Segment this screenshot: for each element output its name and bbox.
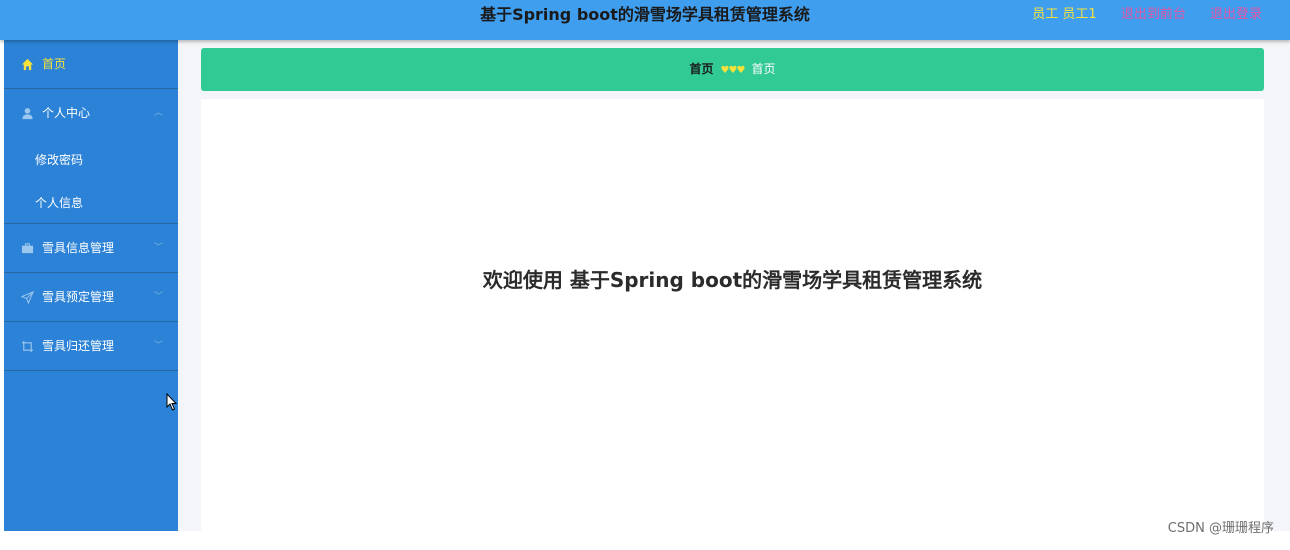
welcome-heading: 欢迎使用 基于Spring boot的滑雪场学具租赁管理系统: [482, 268, 983, 292]
watermark: CSDN @珊珊程序: [1167, 521, 1274, 536]
home-icon: [21, 58, 34, 71]
sidebar-subitem-change-password[interactable]: 修改密码: [4, 138, 178, 181]
sidebar-item-equipment-booking[interactable]: 雪具预定管理 ﹀: [4, 273, 178, 322]
chevron-down-icon: ﹀: [154, 243, 164, 253]
current-user-label: 员工 员工1: [1032, 7, 1097, 22]
sidebar: 首页 个人中心 ︿ 修改密码 个人信息 雪具信息管理 ﹀ 雪具预定管理 ﹀ 雪具…: [4, 40, 178, 531]
sidebar-item-personal-center[interactable]: 个人中心 ︿: [4, 89, 178, 138]
sidebar-subitem-label: 个人信息: [35, 196, 84, 210]
top-header: 基于Spring boot的滑雪场学具租赁管理系统 员工 员工1 退出到前台 退…: [0, 0, 1290, 40]
sidebar-item-label: 雪具归还管理: [42, 339, 115, 353]
send-icon: [21, 291, 34, 304]
content-panel: 欢迎使用 基于Spring boot的滑雪场学具租赁管理系统: [201, 99, 1264, 531]
chevron-down-icon: ﹀: [154, 292, 164, 302]
header-actions: 员工 员工1 退出到前台 退出登录: [1032, 6, 1262, 24]
user-icon: [22, 108, 33, 120]
sidebar-subitem-personal-info[interactable]: 个人信息: [4, 181, 178, 224]
logout-link[interactable]: 退出登录: [1210, 7, 1262, 22]
sidebar-item-label: 雪具信息管理: [42, 241, 115, 255]
back-to-frontend-link[interactable]: 退出到前台: [1121, 7, 1186, 22]
sidebar-item-equipment-info[interactable]: 雪具信息管理 ﹀: [4, 224, 178, 273]
chevron-down-icon: ﹀: [154, 341, 164, 351]
chevron-up-icon: ︿: [154, 108, 164, 118]
sidebar-subitem-label: 修改密码: [35, 153, 84, 167]
crop-icon: [21, 340, 34, 353]
sidebar-item-label: 首页: [42, 57, 67, 71]
sidebar-item-label: 个人中心: [42, 106, 91, 120]
sidebar-item-label: 雪具预定管理: [42, 290, 115, 304]
sidebar-item-home[interactable]: 首页: [4, 40, 178, 89]
heart-separator-icon: ♥♥♥: [720, 65, 746, 76]
briefcase-icon: [21, 243, 34, 254]
breadcrumb-home[interactable]: 首页: [690, 62, 714, 76]
breadcrumb-current: 首页: [751, 62, 776, 76]
mouse-cursor-icon: [166, 393, 178, 411]
sidebar-item-equipment-return[interactable]: 雪具归还管理 ﹀: [4, 322, 178, 371]
breadcrumb: 首页 ♥♥♥ 首页: [201, 48, 1264, 91]
